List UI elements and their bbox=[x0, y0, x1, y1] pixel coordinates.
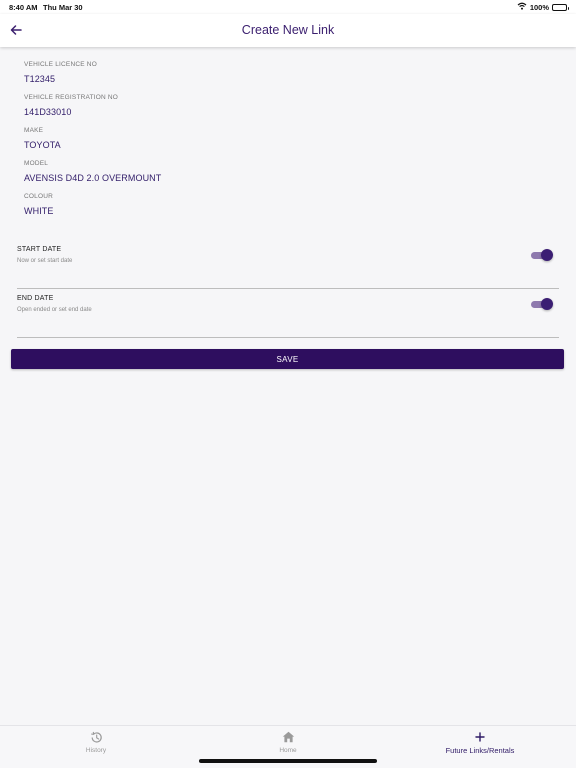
toggle-knob bbox=[541, 298, 553, 310]
start-date-toggle[interactable] bbox=[531, 249, 553, 261]
vehicle-registration-field: VEHICLE REGISTRATION NO 141D33010 bbox=[24, 91, 544, 124]
start-date-subtitle: Now or set start date bbox=[17, 258, 73, 264]
field-label: MODEL bbox=[24, 160, 49, 167]
field-value: 141D33010 bbox=[24, 107, 72, 117]
page-title: Create New Link bbox=[241, 23, 335, 37]
start-date-row: START DATE Now or set start date bbox=[17, 243, 559, 289]
status-bar: 8:40 AM Thu Mar 30 100% bbox=[0, 0, 576, 14]
home-indicator bbox=[199, 759, 377, 763]
end-date-row: END DATE Open ended or set end date bbox=[17, 292, 559, 338]
end-date-title: END DATE bbox=[17, 295, 54, 302]
field-value: TOYOTA bbox=[24, 140, 61, 150]
tab-label: History bbox=[85, 747, 107, 754]
wifi-icon bbox=[517, 2, 527, 12]
vehicle-colour-field: COLOUR WHITE bbox=[24, 190, 544, 223]
field-label: COLOUR bbox=[24, 193, 54, 200]
tab-future-links[interactable]: Future Links/Rentals bbox=[384, 730, 576, 758]
tab-label: Future Links/Rentals bbox=[445, 746, 515, 755]
battery-icon bbox=[552, 3, 569, 11]
status-date: Thu Mar 30 bbox=[43, 3, 83, 12]
start-date-title: START DATE bbox=[17, 246, 62, 253]
field-label: VEHICLE REGISTRATION NO bbox=[24, 94, 119, 101]
field-value: WHITE bbox=[24, 206, 54, 216]
tab-label: Home bbox=[279, 747, 297, 754]
vehicle-licence-field: VEHICLE LICENCE NO T12345 bbox=[24, 58, 544, 91]
status-indicators: 100% bbox=[517, 2, 569, 12]
history-icon bbox=[0, 730, 192, 744]
vehicle-model-field: MODEL AVENSIS D4D 2.0 OVERMOUNT bbox=[24, 157, 544, 190]
home-icon bbox=[192, 730, 384, 744]
tab-history[interactable]: History bbox=[0, 730, 192, 758]
app-header: Create New Link bbox=[0, 14, 576, 47]
end-date-subtitle: Open ended or set end date bbox=[17, 307, 92, 313]
tab-home[interactable]: Home bbox=[192, 730, 384, 758]
status-time: 8:40 AM bbox=[9, 3, 38, 12]
vehicle-make-field: MAKE TOYOTA bbox=[24, 124, 544, 157]
end-date-toggle[interactable] bbox=[531, 298, 553, 310]
field-label: VEHICLE LICENCE NO bbox=[24, 61, 97, 68]
vehicle-info: VEHICLE LICENCE NO T12345 VEHICLE REGIST… bbox=[24, 58, 544, 223]
battery-percentage: 100% bbox=[529, 2, 549, 12]
save-button[interactable]: SAVE bbox=[11, 349, 564, 369]
field-label: MAKE bbox=[24, 127, 44, 134]
toggle-knob bbox=[541, 249, 553, 261]
plus-icon bbox=[384, 730, 576, 744]
field-value: AVENSIS D4D 2.0 OVERMOUNT bbox=[24, 173, 162, 183]
field-value: T12345 bbox=[24, 74, 56, 84]
